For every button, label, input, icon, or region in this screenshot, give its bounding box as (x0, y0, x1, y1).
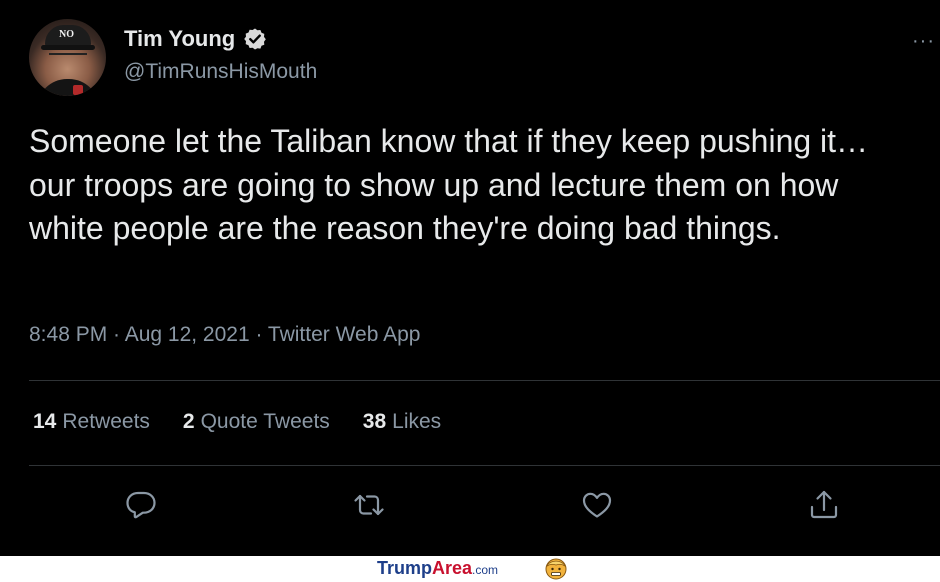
watermark-dotcom: .com (472, 563, 499, 577)
likes-label: Likes (392, 410, 442, 433)
avatar-cap-text: NO (59, 29, 74, 40)
more-options-icon[interactable]: ··· (912, 30, 935, 53)
tweet-stats: 14 Retweets 2 Quote Tweets 38 Likes (33, 410, 441, 434)
like-icon[interactable] (580, 488, 614, 522)
share-icon[interactable] (807, 488, 841, 522)
quote-tweets-count: 2 (182, 410, 195, 433)
tweet-card: NO Tim Young @TimRunsHisMouth ··· Someon… (0, 0, 940, 556)
reply-icon[interactable] (124, 488, 158, 522)
avatar-detail (73, 85, 83, 95)
watermark-footer: TrumpArea.com (0, 556, 940, 582)
retweet-icon[interactable] (352, 488, 386, 522)
tweet-actions (0, 488, 940, 522)
tweet-meta[interactable]: 8:48 PM · Aug 12, 2021 · Twitter Web App (29, 323, 420, 347)
avatar-shirt (37, 79, 99, 96)
quote-tweets-stat[interactable]: 2 Quote Tweets (183, 410, 330, 434)
divider-bottom (29, 465, 940, 466)
avatar-glasses (49, 53, 87, 63)
divider-top (29, 380, 940, 381)
watermark-area: Area (432, 558, 473, 578)
tweet-text: Someone let the Taliban know that if the… (29, 123, 869, 246)
author-name-row[interactable]: Tim Young (124, 26, 267, 52)
likes-count: 38 (362, 410, 387, 433)
quote-tweets-label: Quote Tweets (200, 410, 330, 433)
trump-face-logo-icon (545, 558, 567, 580)
retweets-count: 14 (33, 410, 57, 433)
avatar[interactable]: NO (29, 19, 106, 96)
watermark-brand: TrumpArea.com (377, 558, 498, 579)
verified-badge-icon (244, 28, 267, 50)
likes-stat[interactable]: 38 Likes (363, 410, 441, 434)
avatar-cap-brim (41, 45, 95, 50)
retweets-label: Retweets (62, 410, 150, 433)
author-handle[interactable]: @TimRunsHisMouth (124, 60, 317, 84)
author-name[interactable]: Tim Young (124, 26, 235, 52)
avatar-cap: NO (45, 25, 91, 47)
retweets-stat[interactable]: 14 Retweets (33, 410, 150, 434)
watermark-trump: Trump (377, 558, 433, 578)
